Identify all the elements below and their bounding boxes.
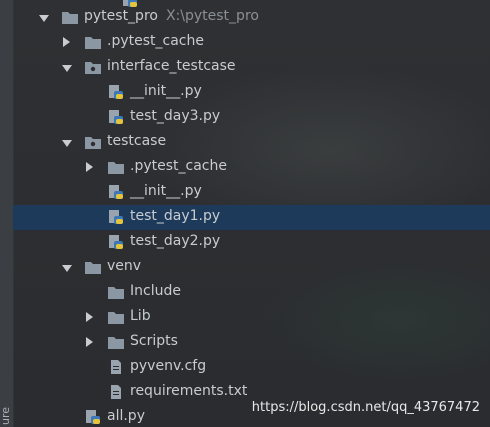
project-tree: pytest_pro X:\pytest_pro .pytest_cache in… [13,0,490,427]
tree-item-label: requirements.txt [130,383,248,399]
tree-row-scripts[interactable]: Scripts [13,330,490,355]
tree-item-label: Scripts [130,333,178,349]
tree-row-include[interactable]: Include [13,280,490,305]
module-folder-icon [85,62,101,74]
watermark: https://blog.csdn.net/qq_43767472 [251,400,480,415]
chevron-right-icon[interactable] [86,337,93,347]
tree-item-label: .pytest_cache [130,158,227,174]
tree-row-lib[interactable]: Lib [13,305,490,330]
tree-row-root[interactable]: pytest_pro X:\pytest_pro [13,5,490,30]
tree-row-init-py[interactable]: __init__.py [13,80,490,105]
tree-item-label: test_day2.py [130,233,221,249]
folder-icon [108,312,124,324]
tree-item-label: __init__.py [130,83,202,99]
tree-row-testcase[interactable]: testcase [13,130,490,155]
chevron-down-icon[interactable] [62,140,72,147]
tree-row-testcase-init-py[interactable]: __init__.py [13,180,490,205]
tree-item-label: interface_testcase [107,58,236,74]
tree-item-label: Include [130,283,181,299]
chevron-right-icon[interactable] [86,162,93,172]
chevron-right-icon[interactable] [63,37,70,47]
module-folder-icon [85,137,101,149]
python-file-icon [109,110,123,124]
chevron-down-icon[interactable] [39,15,49,22]
root-folder-label: pytest_pro X:\pytest_pro [84,8,259,24]
python-file-icon [109,210,123,224]
tree-item-label: testcase [107,133,167,149]
folder-icon [62,12,78,24]
tree-row-interface-testcase[interactable]: interface_testcase [13,55,490,80]
tree-row-test-day3[interactable]: test_day3.py [13,105,490,130]
tree-item-label: venv [107,258,142,274]
python-file-icon [109,185,123,199]
text-file-icon [111,385,121,399]
tree-item-label: pyvenv.cfg [130,358,207,374]
tool-window-gutter[interactable]: ure [0,0,14,427]
folder-icon [85,37,101,49]
folder-icon [108,337,124,349]
tree-row-venv[interactable]: venv [13,255,490,280]
tree-row-pyvenv-cfg[interactable]: pyvenv.cfg [13,355,490,380]
chevron-down-icon[interactable] [62,265,72,272]
python-file-icon [109,235,123,249]
folder-icon [108,287,124,299]
chevron-down-icon[interactable] [62,65,72,72]
python-file-icon [86,410,100,424]
text-file-icon [111,360,121,374]
tree-item-label: .pytest_cache [107,33,204,49]
gutter-label: ure [0,406,12,425]
root-folder-path: X:\pytest_pro [165,8,259,24]
tree-row-pytest-cache[interactable]: .pytest_cache [13,30,490,55]
tree-item-label: test_day1.py [130,208,221,224]
tree-row-test-day1[interactable]: test_day1.py [13,205,490,230]
tree-row-testcase-pytest-cache[interactable]: .pytest_cache [13,155,490,180]
tree-row-test-day2[interactable]: test_day2.py [13,230,490,255]
chevron-right-icon[interactable] [86,312,93,322]
folder-icon [85,262,101,274]
python-file-icon [109,85,123,99]
tree-item-label: all.py [107,408,145,424]
folder-icon [108,162,124,174]
tree-item-label: test_day3.py [130,108,221,124]
root-folder-name: pytest_pro [84,8,158,24]
tree-item-label: Lib [130,308,151,324]
tree-item-label: __init__.py [130,183,202,199]
